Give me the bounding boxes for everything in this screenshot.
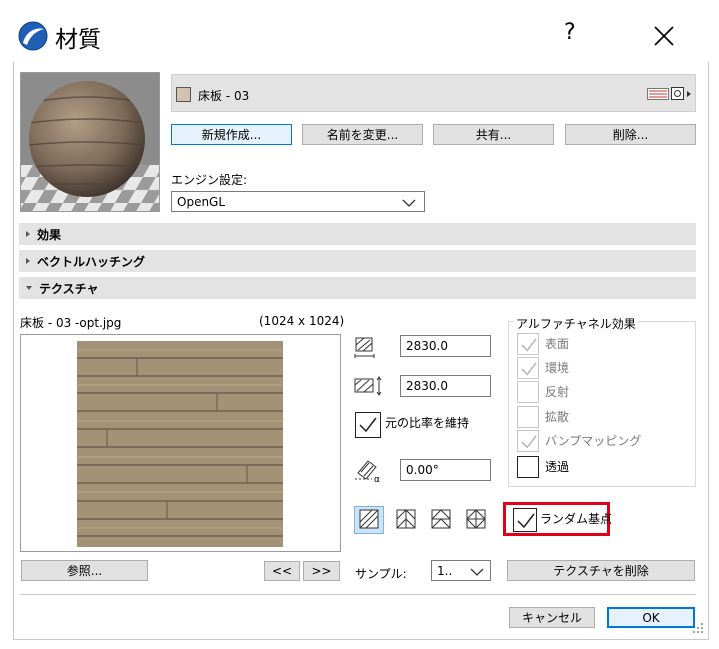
alpha-label-4: バンプマッピング bbox=[545, 434, 642, 448]
alpha-checkbox-1[interactable] bbox=[517, 357, 539, 379]
chevron-down-icon bbox=[26, 286, 32, 290]
texture-dimensions: (1024 x 1024) bbox=[259, 314, 345, 328]
cancel-button[interactable]: キャンセル bbox=[509, 607, 595, 628]
random-origin-checkbox[interactable] bbox=[513, 508, 537, 532]
texture-mirror-xy-icon bbox=[466, 508, 486, 532]
help-button[interactable]: ? bbox=[564, 20, 576, 45]
alpha-checkbox-0[interactable] bbox=[517, 333, 539, 355]
engine-label: エンジン設定: bbox=[171, 173, 248, 187]
material-selector[interactable]: 床板 - 03 bbox=[171, 74, 696, 112]
window-title: 材質 bbox=[55, 27, 101, 53]
browse-button[interactable]: 参照... bbox=[21, 560, 148, 581]
texture-angle-icon: α bbox=[354, 457, 384, 485]
section-vector-hatching-label: ベクトルハッチング bbox=[37, 254, 146, 269]
alpha-label-0: 表面 bbox=[545, 337, 570, 351]
material-preview bbox=[20, 72, 160, 212]
alpha-checkbox-5[interactable] bbox=[517, 456, 539, 478]
section-effects[interactable]: 効果 bbox=[19, 223, 696, 245]
new-material-button[interactable]: 新規作成... bbox=[171, 124, 292, 145]
texture-mode-mirror-y-button[interactable] bbox=[426, 506, 456, 534]
sample-value: 1.. bbox=[437, 563, 453, 578]
prev-texture-button[interactable]: << bbox=[264, 561, 300, 581]
texture-mirror-y-icon bbox=[431, 508, 451, 532]
chevron-down-icon bbox=[402, 197, 416, 207]
alpha-label-5: 透過 bbox=[545, 460, 570, 474]
alpha-checkbox-3[interactable] bbox=[517, 406, 539, 428]
svg-text:α: α bbox=[374, 475, 380, 483]
remove-texture-button[interactable]: テクスチャを削除 bbox=[507, 560, 695, 581]
texture-normal-icon bbox=[359, 509, 379, 532]
next-texture-button[interactable]: >> bbox=[303, 561, 340, 581]
chevron-down-icon bbox=[470, 566, 484, 576]
keep-ratio-label: 元の比率を維持 bbox=[385, 416, 470, 430]
alpha-label-3: 拡散 bbox=[545, 410, 570, 424]
alpha-group-title: アルファチャネル効果 bbox=[514, 315, 638, 332]
section-texture-label: テクスチャ bbox=[39, 281, 99, 296]
texture-preview bbox=[20, 334, 341, 552]
sample-select[interactable]: 1.. bbox=[431, 560, 491, 581]
footer-divider bbox=[20, 594, 696, 595]
app-logo-icon bbox=[18, 21, 48, 51]
texture-width-icon bbox=[354, 337, 376, 361]
sample-label: サンプル: bbox=[355, 567, 407, 581]
delete-button[interactable]: 削除... bbox=[565, 124, 696, 145]
alpha-label-1: 環境 bbox=[545, 361, 570, 375]
share-button[interactable]: 共有... bbox=[433, 124, 554, 145]
ok-button[interactable]: OK bbox=[607, 607, 695, 628]
texture-mode-mirror-x-button[interactable] bbox=[391, 506, 421, 534]
engine-value: OpenGL bbox=[177, 194, 226, 209]
texture-mirror-x-icon bbox=[396, 509, 416, 532]
rename-button[interactable]: 名前を変更... bbox=[302, 124, 423, 145]
hatch-pattern-icon bbox=[647, 88, 669, 100]
chevron-right-icon bbox=[26, 258, 30, 264]
texture-height-input[interactable]: 2830.0 bbox=[400, 375, 491, 397]
section-texture[interactable]: テクスチャ bbox=[19, 277, 696, 299]
engine-select[interactable]: OpenGL bbox=[171, 191, 425, 212]
texture-width-input[interactable]: 2830.0 bbox=[400, 335, 491, 357]
section-effects-label: 効果 bbox=[37, 227, 62, 242]
texture-height-icon bbox=[354, 376, 384, 396]
material-color-swatch bbox=[176, 87, 191, 102]
texture-mode-normal-button[interactable] bbox=[354, 506, 384, 534]
texture-angle-input[interactable]: 0.00° bbox=[400, 459, 491, 481]
alpha-checkbox-4[interactable] bbox=[517, 430, 539, 452]
chevron-right-icon bbox=[26, 231, 30, 237]
resize-grip-icon[interactable] bbox=[691, 621, 705, 635]
random-origin-label: ランダム基点 bbox=[540, 512, 613, 526]
close-icon[interactable] bbox=[652, 24, 676, 48]
section-vector-hatching[interactable]: ベクトルハッチング bbox=[19, 250, 696, 272]
material-settings-icon[interactable] bbox=[671, 87, 693, 101]
texture-filename: 床板 - 03 -opt.jpg bbox=[20, 316, 122, 330]
material-name: 床板 - 03 bbox=[198, 89, 250, 103]
alpha-label-2: 反射 bbox=[545, 385, 570, 399]
alpha-checkbox-2[interactable] bbox=[517, 381, 539, 403]
keep-ratio-checkbox[interactable] bbox=[355, 412, 381, 438]
texture-mode-mirror-xy-button[interactable] bbox=[461, 506, 491, 534]
